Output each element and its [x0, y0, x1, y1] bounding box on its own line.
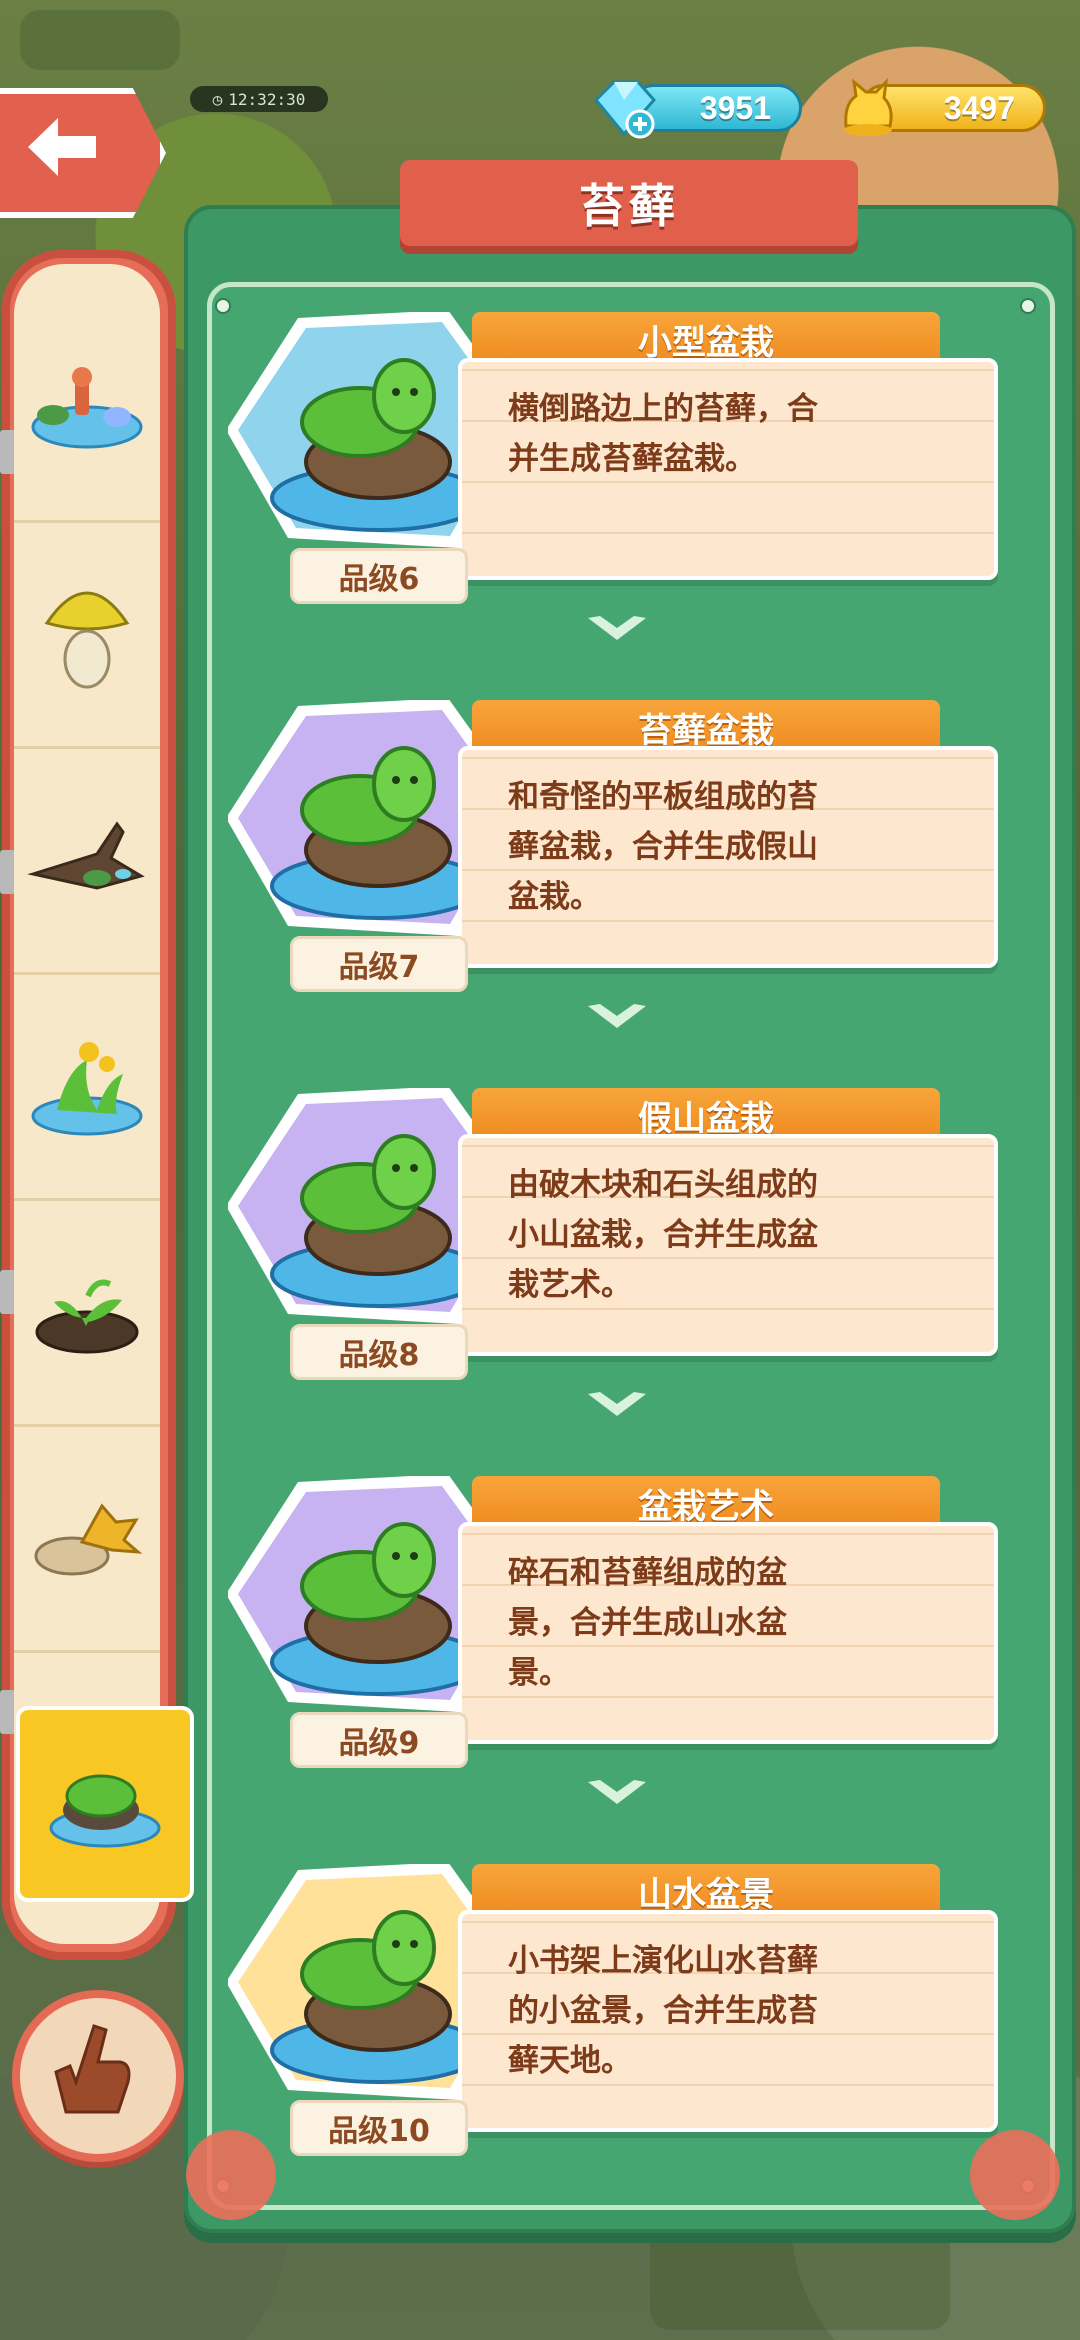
yellow-flower-pond-icon: [31, 1042, 143, 1136]
item-description: 小书架上演化山水苔藓 的小盆景，合并生成苔 藓天地。: [458, 1910, 998, 2132]
item-card[interactable]: 盆栽艺术 碎石和苔藓组成的盆 景，合并生成山水盆 景。 品级9: [226, 1474, 1022, 1768]
chevron-down-icon: [588, 1392, 646, 1416]
description-line: 和奇怪的平板组成的苔: [508, 779, 818, 815]
mushroom-icon: [44, 591, 130, 689]
moss-pond-icon: [49, 1774, 161, 1848]
chevron-down-icon: [588, 1004, 646, 1028]
gold-cat-coin-icon: [844, 77, 893, 136]
item-grade-label: 品级8: [290, 1324, 468, 1380]
item-grade-label: 品级9: [290, 1712, 468, 1768]
leaf-rock-icon: [34, 1503, 142, 1576]
back-arrow-icon: [28, 118, 96, 176]
description-line: 碎石和苔藓组成的盆: [508, 1555, 787, 1591]
gem-count: 3951: [699, 89, 771, 126]
description-line: 横倒路边上的苔藓，合: [508, 391, 818, 427]
sprout-soil-icon: [35, 1279, 139, 1354]
rivet: [1020, 298, 1036, 314]
description-line: 小山盆栽，合并生成盆: [508, 1217, 818, 1253]
item-card[interactable]: 苔藓盆栽 和奇怪的平板组成的苔 藓盆栽，合并生成假山 盆栽。 品级7: [226, 698, 1022, 992]
gem-plus-icon[interactable]: [586, 76, 660, 140]
description-line: 藓天地。: [508, 2043, 632, 2079]
description-line: 盆栽。: [508, 879, 601, 915]
sidebar-item-mushroom[interactable]: [14, 520, 160, 749]
corner-decoration: [970, 2130, 1060, 2220]
description-line: 并生成苔藓盆栽。: [508, 441, 756, 477]
sidebar-item-sprout[interactable]: [14, 1198, 160, 1427]
session-timer: ◷ 12:32:30: [190, 86, 328, 112]
back-button[interactable]: [0, 88, 166, 218]
item-description: 碎石和苔藓组成的盆 景，合并生成山水盆 景。: [458, 1522, 998, 1744]
sidebar-item-moss[interactable]: [16, 1706, 194, 1902]
corner-decoration: [186, 2130, 276, 2220]
timer-value: 12:32:30: [228, 89, 306, 109]
sidebar-item-fountain[interactable]: [14, 294, 160, 523]
description-line: 藓盆栽，合并生成假山: [508, 829, 818, 865]
item-description: 横倒路边上的苔藓，合 并生成苔藓盆栽。: [458, 358, 998, 580]
driftwood-icon: [27, 821, 145, 890]
item-card[interactable]: 山水盆景 小书架上演化山水苔藓 的小盆景，合并生成苔 藓天地。 品级10: [226, 1862, 1022, 2156]
sidebar-item-leaf-rock[interactable]: [14, 1424, 160, 1653]
description-line: 小书架上演化山水苔藓: [508, 1943, 818, 1979]
description-line: 由破木块和石头组成的: [508, 1167, 818, 1203]
sidebar-item-driftwood[interactable]: [14, 746, 160, 975]
fountain-pond-icon: [31, 367, 143, 449]
clock-icon: ◷: [212, 89, 223, 109]
item-grade-label: 品级7: [290, 936, 468, 992]
panel-title: 苔藓: [400, 160, 858, 246]
category-list: [14, 264, 160, 1944]
item-card[interactable]: 假山盆栽 由破木块和石头组成的 小山盆栽，合并生成盆 栽艺术。 品级8: [226, 1086, 1022, 1380]
description-line: 栽艺术。: [508, 1267, 632, 1303]
item-description: 由破木块和石头组成的 小山盆栽，合并生成盆 栽艺术。: [458, 1134, 998, 1356]
chevron-down-icon: [588, 1780, 646, 1804]
pointing-hand-icon: [54, 2024, 131, 2114]
description-line: 景。: [508, 1655, 570, 1691]
description-line: 景，合并生成山水盆: [508, 1605, 787, 1641]
chevron-down-icon: [588, 616, 646, 640]
item-grade-label: 品级6: [290, 548, 468, 604]
item-description: 和奇怪的平板组成的苔 藓盆栽，合并生成假山 盆栽。: [458, 746, 998, 968]
coin-count: 3497: [943, 89, 1015, 126]
hint-hand-button[interactable]: [12, 1990, 184, 2162]
item-card[interactable]: 小型盆栽 横倒路边上的苔藓，合 并生成苔藓盆栽。 品级6: [226, 310, 1022, 604]
description-line: 的小盆景，合并生成苔: [508, 1993, 818, 2029]
background-tile: [20, 10, 180, 70]
sidebar-item-flower-pond[interactable]: [14, 972, 160, 1201]
item-grade-label: 品级10: [290, 2100, 468, 2156]
